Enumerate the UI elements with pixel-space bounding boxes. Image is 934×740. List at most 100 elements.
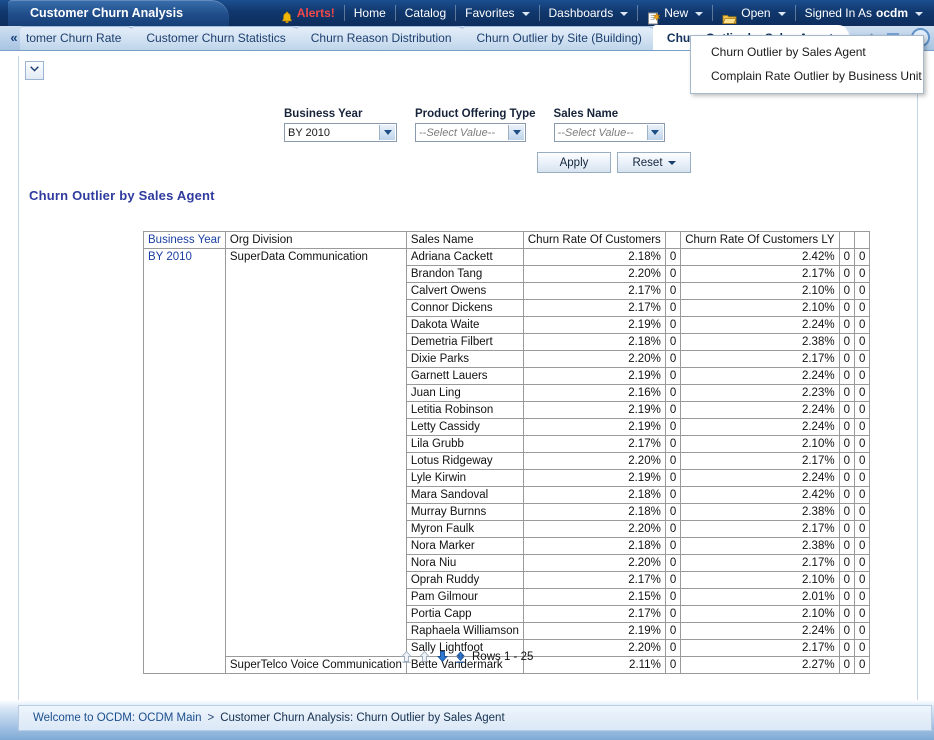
chevron-down-icon bbox=[620, 12, 628, 16]
cell-spacer-2: 0 bbox=[839, 657, 854, 674]
cell-churn-rate: 2.20% bbox=[523, 555, 665, 572]
cell-spacer-2: 0 bbox=[839, 504, 854, 521]
cell-spacer-1: 0 bbox=[665, 555, 680, 572]
business-year-select[interactable]: BY 2010 bbox=[284, 123, 397, 142]
nav-favorites[interactable]: Favorites bbox=[456, 0, 538, 26]
cell-churn-rate-ly: 2.42% bbox=[681, 487, 839, 504]
chevron-down-icon[interactable] bbox=[647, 125, 663, 140]
cell-spacer-1: 0 bbox=[665, 453, 680, 470]
menu-item-churn-outlier-by-sales-agent[interactable]: Churn Outlier by Sales Agent bbox=[691, 40, 923, 64]
page-footer: Welcome to OCDM: OCDM Main > Customer Ch… bbox=[0, 700, 934, 740]
cell-spacer-3: 0 bbox=[854, 419, 869, 436]
breadcrumb: Welcome to OCDM: OCDM Main > Customer Ch… bbox=[18, 705, 932, 731]
cell-spacer-3: 0 bbox=[854, 538, 869, 555]
breadcrumb-home-link[interactable]: Welcome to OCDM: OCDM Main bbox=[33, 712, 201, 724]
cell-churn-rate: 2.19% bbox=[523, 623, 665, 640]
nav-signed-in-as[interactable]: Signed In As ocdm bbox=[796, 0, 932, 26]
cell-sales-name: Demetria Filbert bbox=[406, 334, 523, 351]
cell-sales-name: Lotus Ridgeway bbox=[406, 453, 523, 470]
cell-sales-name: Juan Ling bbox=[406, 385, 523, 402]
tab-customer-churn-statistics[interactable]: Customer Churn Statistics bbox=[132, 26, 302, 50]
cell-churn-rate: 2.19% bbox=[523, 402, 665, 419]
apply-button[interactable]: Apply bbox=[537, 152, 611, 173]
cell-churn-rate: 2.20% bbox=[523, 266, 665, 283]
reset-button[interactable]: Reset bbox=[617, 152, 691, 173]
col-business-year[interactable]: Business Year bbox=[144, 232, 226, 249]
cell-spacer-1: 0 bbox=[665, 623, 680, 640]
sales-name-select[interactable]: --Select Value-- bbox=[554, 123, 665, 142]
chevron-down-icon[interactable] bbox=[379, 125, 395, 140]
cell-spacer-2: 0 bbox=[839, 419, 854, 436]
col-churn-rate-ly[interactable]: Churn Rate Of Customers LY bbox=[681, 232, 839, 249]
cell-spacer-1: 0 bbox=[665, 487, 680, 504]
cell-spacer-1: 0 bbox=[665, 317, 680, 334]
tab-churn-reason-distribution[interactable]: Churn Reason Distribution bbox=[297, 26, 469, 50]
cell-churn-rate: 2.19% bbox=[523, 317, 665, 334]
col-churn-rate[interactable]: Churn Rate Of Customers bbox=[523, 232, 665, 249]
cell-spacer-3: 0 bbox=[854, 589, 869, 606]
cell-spacer-1: 0 bbox=[665, 538, 680, 555]
cell-churn-rate-ly: 2.01% bbox=[681, 589, 839, 606]
cell-spacer-3: 0 bbox=[854, 657, 869, 674]
cell-churn-rate-ly: 2.42% bbox=[681, 249, 839, 266]
col-spacer-1 bbox=[665, 232, 680, 249]
cell-churn-rate-ly: 2.10% bbox=[681, 436, 839, 453]
cell-spacer-2: 0 bbox=[839, 521, 854, 538]
tab-customer-churn-rate[interactable]: tomer Churn Rate bbox=[20, 26, 138, 50]
new-page-icon bbox=[647, 8, 660, 21]
previous-page-icon[interactable] bbox=[418, 650, 431, 663]
cell-churn-rate-ly: 2.17% bbox=[681, 640, 839, 657]
cell-churn-rate-ly: 2.38% bbox=[681, 538, 839, 555]
nav-alerts[interactable]: Alerts! bbox=[279, 0, 344, 26]
cell-churn-rate-ly: 2.24% bbox=[681, 470, 839, 487]
nav-open[interactable]: Open bbox=[713, 0, 794, 26]
sales-name-value: --Select Value-- bbox=[558, 127, 647, 139]
cell-churn-rate-ly: 2.38% bbox=[681, 504, 839, 521]
prompt-business-year-label: Business Year bbox=[284, 108, 397, 120]
chevron-down-icon bbox=[695, 12, 703, 16]
cell-spacer-3: 0 bbox=[854, 504, 869, 521]
col-sales-name[interactable]: Sales Name bbox=[406, 232, 523, 249]
nav-dashboards-label: Dashboards bbox=[549, 0, 614, 26]
nav-dashboards[interactable]: Dashboards bbox=[540, 0, 638, 26]
cell-churn-rate: 2.20% bbox=[523, 351, 665, 368]
cell-spacer-1: 0 bbox=[665, 402, 680, 419]
next-page-icon[interactable] bbox=[436, 650, 449, 663]
application-window: Customer Churn Analysis Alerts! Home Cat… bbox=[0, 0, 934, 740]
tab-churn-outlier-by-site[interactable]: Churn Outlier by Site (Building) bbox=[463, 26, 659, 50]
cell-spacer-2: 0 bbox=[839, 606, 854, 623]
col-org-division[interactable]: Org Division bbox=[225, 232, 406, 249]
product-offering-type-select[interactable]: --Select Value-- bbox=[415, 123, 526, 142]
cell-spacer-3: 0 bbox=[854, 640, 869, 657]
cell-spacer-2: 0 bbox=[839, 351, 854, 368]
menu-item-complain-rate-outlier-by-business-unit[interactable]: Complain Rate Outlier by Business Unit bbox=[691, 64, 923, 88]
cell-churn-rate-ly: 2.27% bbox=[681, 657, 839, 674]
first-page-icon[interactable] bbox=[400, 650, 413, 663]
cell-churn-rate: 2.11% bbox=[523, 657, 665, 674]
cell-spacer-2: 0 bbox=[839, 470, 854, 487]
cell-org-division: SuperTelco Voice Communication bbox=[225, 657, 406, 674]
cell-churn-rate-ly: 2.17% bbox=[681, 555, 839, 572]
cell-sales-name: Lyle Kirwin bbox=[406, 470, 523, 487]
cell-churn-rate: 2.16% bbox=[523, 385, 665, 402]
nav-home[interactable]: Home bbox=[345, 0, 395, 26]
cell-sales-name: Dakota Waite bbox=[406, 317, 523, 334]
section-collapse-button[interactable] bbox=[25, 61, 44, 80]
nav-new[interactable]: New bbox=[638, 0, 712, 26]
cell-business-year[interactable]: BY 2010 bbox=[144, 249, 226, 674]
cell-spacer-1: 0 bbox=[665, 640, 680, 657]
cell-churn-rate: 2.17% bbox=[523, 300, 665, 317]
cell-churn-rate: 2.18% bbox=[523, 538, 665, 555]
nav-catalog[interactable]: Catalog bbox=[396, 0, 455, 26]
cell-sales-name: Connor Dickens bbox=[406, 300, 523, 317]
cell-churn-rate: 2.20% bbox=[523, 640, 665, 657]
chevron-down-icon[interactable] bbox=[508, 125, 524, 140]
last-page-icon[interactable] bbox=[454, 650, 467, 663]
business-year-value: BY 2010 bbox=[288, 127, 379, 139]
prompt-product-offering-type: Product Offering Type --Select Value-- bbox=[415, 108, 536, 142]
cell-spacer-2: 0 bbox=[839, 334, 854, 351]
chevron-down-icon bbox=[30, 66, 39, 72]
cell-spacer-2: 0 bbox=[839, 538, 854, 555]
cell-sales-name: Garnett Lauers bbox=[406, 368, 523, 385]
nav-alerts-label: Alerts! bbox=[297, 0, 335, 26]
